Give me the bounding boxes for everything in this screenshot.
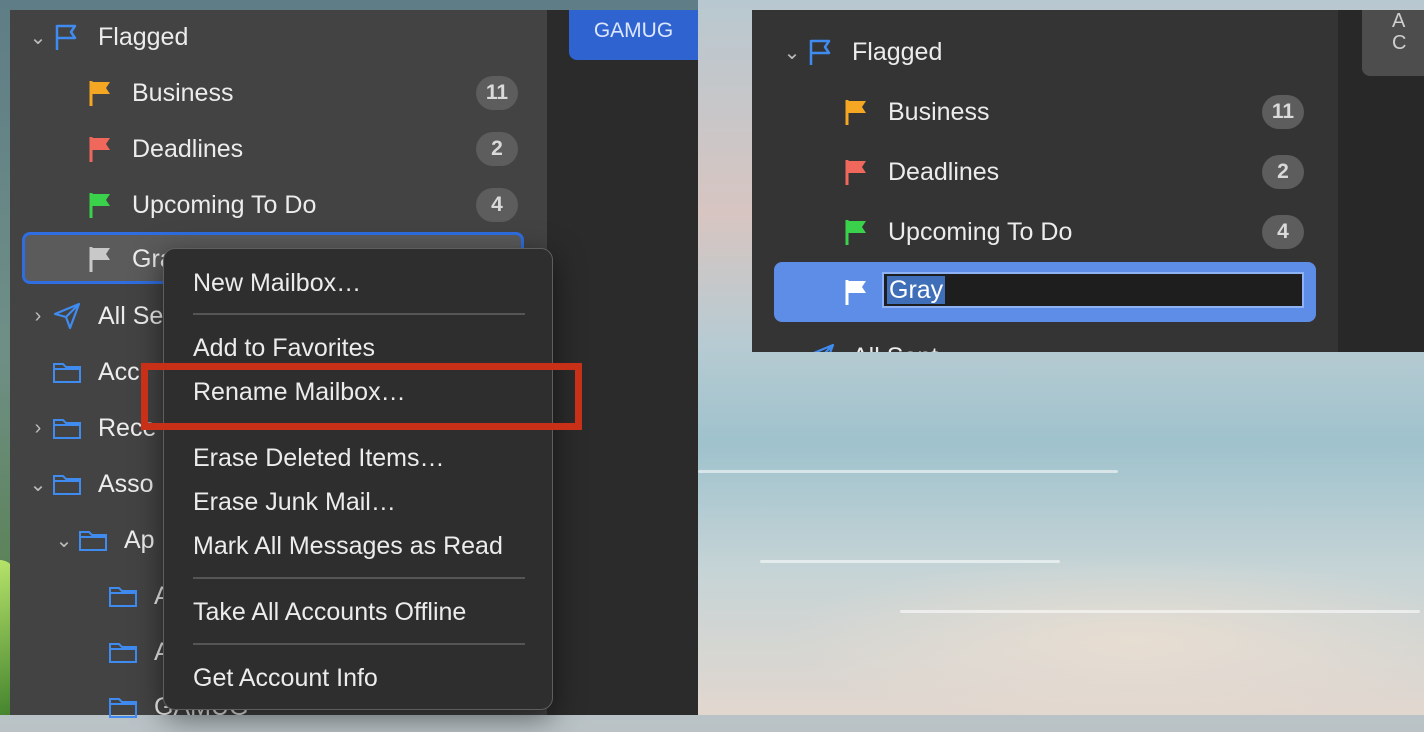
unread-count-badge: 4 xyxy=(1262,215,1304,249)
folder-icon xyxy=(50,469,84,499)
menu-separator xyxy=(193,643,525,645)
sidebar-item-all-sent[interactable]: › All Se xyxy=(26,291,164,341)
gamug-button-label: GAMUG xyxy=(593,19,674,42)
menu-separator xyxy=(193,577,525,579)
sidebar-item-business[interactable]: Business 11 xyxy=(84,68,524,118)
context-menu: New Mailbox… Add to Favorites Rename Mai… xyxy=(163,248,553,710)
sidebar-item-ap[interactable]: ⌄ Ap xyxy=(52,515,155,565)
sidebar-item-label: Deadlines xyxy=(132,134,244,163)
message-list-edge: A C xyxy=(1338,10,1424,352)
unread-count-badge: 11 xyxy=(476,76,518,110)
menu-item-get-account-info[interactable]: Get Account Info xyxy=(193,659,378,697)
sidebar-item-label: All Sent xyxy=(852,343,938,353)
menu-item-add-to-favorites[interactable]: Add to Favorites xyxy=(193,329,375,367)
flag-outline-icon xyxy=(804,37,838,67)
sidebar-item-rece[interactable]: › Rece xyxy=(26,403,157,453)
flag-icon xyxy=(840,217,874,247)
annotation-highlight-box xyxy=(141,363,582,430)
folder-icon xyxy=(76,525,110,555)
sidebar-item-gray-renaming[interactable]: Gray xyxy=(774,262,1316,322)
mail-sidebar-zoomed: ⌄ Flagged Business 11 Deadlines 2 Upcomi… xyxy=(752,10,1338,352)
menu-item-erase-deleted-items[interactable]: Erase Deleted Items… xyxy=(193,439,445,477)
sidebar-item-label: Upcoming To Do xyxy=(132,190,317,219)
chevron-down-icon[interactable]: ⌄ xyxy=(26,25,50,50)
sidebar-item-label: Business xyxy=(132,78,234,107)
sidebar-item-label: Asso xyxy=(98,469,154,498)
flag-icon xyxy=(840,277,874,307)
sidebar-item-gray[interactable]: Gra xyxy=(84,234,174,284)
flag-icon xyxy=(84,244,118,274)
flag-outline-icon xyxy=(50,22,84,52)
toolbar-tab[interactable]: A C xyxy=(1362,10,1424,76)
folder-icon xyxy=(50,413,84,443)
chevron-right-icon[interactable]: › xyxy=(780,346,804,353)
sidebar-item-deadlines[interactable]: Deadlines 2 xyxy=(840,147,1304,197)
folder-icon xyxy=(106,637,140,667)
sidebar-item-label: Business xyxy=(888,97,990,126)
flag-icon xyxy=(84,190,118,220)
chevron-down-icon[interactable]: ⌄ xyxy=(26,472,50,497)
wave xyxy=(900,610,1420,613)
sidebar-item-label: Acc xyxy=(98,357,140,386)
menu-item-new-mailbox[interactable]: New Mailbox… xyxy=(193,264,361,302)
sidebar-item-label: Deadlines xyxy=(888,157,1000,186)
unread-count-badge: 2 xyxy=(476,132,518,166)
sidebar-item-business[interactable]: Business 11 xyxy=(840,87,1304,137)
chevron-right-icon[interactable]: › xyxy=(26,417,50,440)
sidebar-item-upcoming-to-do[interactable]: Upcoming To Do 4 xyxy=(840,207,1304,257)
menu-item-erase-junk-mail[interactable]: Erase Junk Mail… xyxy=(193,483,396,521)
gamug-button[interactable]: GAMUG xyxy=(569,10,698,60)
sidebar-item-acc[interactable]: Acc xyxy=(50,347,140,397)
flag-icon xyxy=(84,134,118,164)
chevron-right-icon[interactable]: › xyxy=(26,305,50,328)
wave xyxy=(760,560,1060,563)
menu-separator xyxy=(193,313,525,315)
chevron-down-icon[interactable]: ⌄ xyxy=(52,528,76,553)
flag-icon xyxy=(840,157,874,187)
sidebar-item-a1[interactable]: A xyxy=(106,571,171,621)
rename-mailbox-input[interactable]: Gray xyxy=(882,272,1304,308)
sidebar-item-label: Ap xyxy=(124,525,155,554)
sidebar-item-upcoming-to-do[interactable]: Upcoming To Do 4 xyxy=(84,180,524,230)
chevron-down-icon[interactable]: ⌄ xyxy=(780,40,804,65)
flag-icon xyxy=(84,78,118,108)
sidebar-item-all-sent[interactable]: › All Sent xyxy=(780,332,938,352)
sidebar-item-deadlines[interactable]: Deadlines 2 xyxy=(84,124,524,174)
menu-item-mark-all-read[interactable]: Mark All Messages as Read xyxy=(193,527,503,565)
paper-plane-icon xyxy=(50,301,84,331)
selected-mailbox-name: Gray xyxy=(887,276,946,304)
sidebar-item-label: All Se xyxy=(98,301,164,330)
unread-count-badge: 11 xyxy=(1262,95,1304,129)
unread-count-badge: 4 xyxy=(476,188,518,222)
sidebar-item-flagged[interactable]: ⌄ Flagged xyxy=(26,12,189,62)
sidebar-item-label: Flagged xyxy=(852,37,943,66)
sidebar-item-flagged[interactable]: ⌄ Flagged xyxy=(780,27,943,77)
sidebar-item-a2[interactable]: A xyxy=(106,627,171,677)
flag-icon xyxy=(840,97,874,127)
toolbar-tab-label: A C xyxy=(1392,10,1407,54)
folder-icon xyxy=(50,357,84,387)
wave xyxy=(698,470,1118,473)
folder-icon xyxy=(106,692,140,722)
sidebar-item-label: Flagged xyxy=(98,22,189,51)
sidebar-item-asso[interactable]: ⌄ Asso xyxy=(26,459,154,509)
unread-count-badge: 2 xyxy=(1262,155,1304,189)
menu-item-take-accounts-offline[interactable]: Take All Accounts Offline xyxy=(193,593,466,631)
sidebar-item-label: Upcoming To Do xyxy=(888,217,1073,246)
folder-icon xyxy=(106,581,140,611)
paper-plane-icon xyxy=(804,342,838,352)
